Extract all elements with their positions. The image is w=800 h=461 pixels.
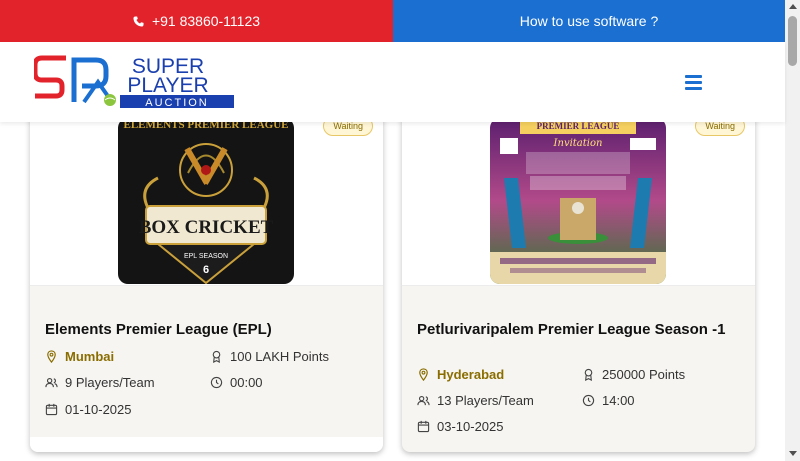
date-label: 01-10-2025 [65, 402, 132, 417]
users-icon [417, 395, 430, 406]
date-label: 03-10-2025 [437, 419, 504, 434]
time-label: 14:00 [602, 393, 635, 408]
clock-icon [582, 394, 595, 407]
poster-invitation: Invitation [553, 138, 603, 149]
league-city: Hyderabad [417, 367, 504, 382]
league-date: 03-10-2025 [417, 419, 504, 434]
logo-text-player: PLAYER [127, 74, 208, 97]
time-label: 00:00 [230, 375, 263, 390]
league-players: 9 Players/Team [45, 375, 155, 390]
logo-text-auction: AUCTION [145, 97, 209, 108]
award-icon [212, 350, 221, 363]
award-icon [584, 368, 593, 381]
phone-number: +91 83860-11123 [151, 13, 261, 29]
calendar-icon [45, 403, 58, 416]
phone-icon [133, 15, 144, 27]
league-city: Mumbai [45, 349, 114, 364]
location-pin-icon [419, 368, 428, 381]
league-poster-image: ELEMENTS PREMIER LEAGUE BOX CRICKET EPL … [118, 118, 294, 284]
league-points: 100 LAKH Points [210, 349, 329, 364]
hamburger-menu-icon[interactable] [685, 75, 702, 90]
card-image-area: Waiting PREMIER LEAGUE Invitation [402, 100, 755, 286]
scroll-thumb[interactable] [788, 16, 797, 66]
players-label: 9 Players/Team [65, 375, 155, 390]
league-date: 01-10-2025 [45, 402, 132, 417]
league-title: Elements Premier League (EPL) [45, 321, 272, 338]
card-image-area: Waiting ELEMENTS PREMIER LEAGUE BOX CRIC… [30, 100, 383, 286]
poster-heading: PREMIER LEAGUE [537, 121, 620, 131]
clock-icon [210, 376, 223, 389]
scroll-down-arrow-icon[interactable] [789, 451, 797, 456]
super-player-auction-logo[interactable]: SUPER PLAYER AUCTION [32, 54, 236, 109]
city-label: Mumbai [65, 349, 115, 364]
page-scrollbar[interactable] [785, 0, 800, 461]
league-time: 14:00 [582, 393, 635, 408]
league-players: 13 Players/Team [417, 393, 534, 408]
league-time: 00:00 [210, 375, 263, 390]
how-to-use-link[interactable]: How to use software ? [393, 0, 785, 42]
location-pin-icon [47, 350, 56, 363]
points-label: 250000 Points [602, 367, 686, 382]
page: +91 83860-11123 How to use software ? Wa… [0, 0, 800, 461]
site-header: SUPER PLAYER AUCTION [0, 42, 785, 122]
league-card[interactable]: Waiting PREMIER LEAGUE Invitation Petlur… [402, 100, 755, 452]
users-icon [45, 377, 58, 388]
league-poster-image: PREMIER LEAGUE Invitation [490, 118, 666, 284]
calendar-icon [417, 420, 430, 433]
poster-season-number: 6 [203, 264, 209, 276]
poster-title: BOX CRICKET [139, 217, 274, 238]
league-card[interactable]: Waiting ELEMENTS PREMIER LEAGUE BOX CRIC… [30, 100, 383, 452]
city-label: Hyderabad [437, 367, 505, 382]
players-label: 13 Players/Team [437, 393, 534, 408]
call-link[interactable]: +91 83860-11123 [0, 0, 393, 42]
scroll-up-arrow-icon[interactable] [789, 4, 797, 9]
poster-season: EPL SEASON [184, 253, 228, 260]
card-footer-strip [30, 437, 383, 452]
league-title: Petlurivaripalem Premier League Season -… [417, 321, 726, 338]
points-label: 100 LAKH Points [230, 349, 330, 364]
top-bar: +91 83860-11123 How to use software ? [0, 0, 785, 42]
league-points: 250000 Points [582, 367, 685, 382]
